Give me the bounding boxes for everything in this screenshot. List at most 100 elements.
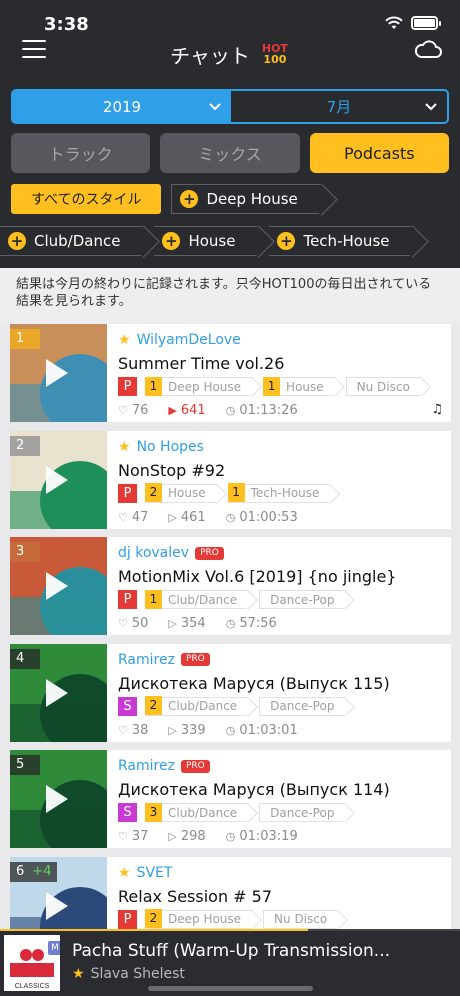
genre-name: Nu Disco <box>274 912 328 926</box>
genre-level: 1 <box>145 376 162 396</box>
author-link[interactable]: ★ WilyamDeLove <box>118 332 241 348</box>
play-count-icon: ▶ <box>168 404 177 417</box>
podcast-title[interactable]: Summer Time vol.26 <box>118 354 284 373</box>
plays-count: ▷ 298 <box>168 829 206 844</box>
rank-badge: 6 +4 <box>10 861 58 882</box>
playlist-music-icon[interactable]: ♫ <box>431 402 443 417</box>
player-cover-art[interactable]: CLASSICS M <box>4 935 60 991</box>
genre-name: Club/Dance <box>168 592 238 607</box>
podcast-card[interactable]: 4 Ramirez PRO Дискотека Маруся (Выпуск 1… <box>10 643 451 742</box>
likes-count: ♡ 50 <box>118 616 149 631</box>
genre-tag[interactable]: 1 Club/Dance <box>145 589 250 609</box>
play-icon[interactable] <box>46 359 68 387</box>
podcast-card[interactable]: 3 dj kovalev PRO MotionMix Vol.6 [2019] … <box>10 537 451 635</box>
genre-tag[interactable]: 1 Deep House <box>145 376 254 396</box>
podcast-card[interactable]: 5 Ramirez PRO Дискотека Маруся (Выпуск 1… <box>10 750 451 848</box>
genre-tag[interactable]: 3 Club/Dance <box>145 802 250 822</box>
rank-badge: 2 <box>10 435 40 456</box>
duration: ◷ 01:13:26 <box>225 403 298 418</box>
genre-level: 2 <box>145 483 162 502</box>
author-name[interactable]: Ramirez <box>118 652 175 668</box>
plays-count: ▷ 461 <box>168 509 206 525</box>
play-icon[interactable] <box>46 572 68 600</box>
player-title[interactable]: Pacha Stuff (Warm-Up Transmission... <box>72 941 390 961</box>
author-link[interactable]: dj kovalev PRO <box>118 545 224 561</box>
genre-tag[interactable]: Nu Disco <box>345 377 422 396</box>
type-badge: P <box>118 909 137 929</box>
pro-badge: PRO <box>180 759 210 773</box>
player-artist[interactable]: ★ Slava Shelest <box>72 966 185 982</box>
podcast-title[interactable]: NonStop #92 <box>118 461 225 480</box>
all-styles-button[interactable]: すべてのスタイル <box>11 184 162 214</box>
genre-name: Dance-Pop <box>270 699 335 713</box>
cover-art[interactable]: 5 <box>10 750 107 848</box>
clock-icon: ◷ <box>225 723 236 737</box>
likes-count: ♡ 38 <box>118 722 149 738</box>
genre-level: 2 <box>145 696 162 715</box>
play-icon[interactable] <box>46 678 68 707</box>
author-name[interactable]: SVET <box>137 865 173 881</box>
play-icon[interactable] <box>46 785 68 813</box>
chevron-down-icon <box>425 103 437 111</box>
play-count-icon: ▷ <box>168 510 177 524</box>
podcast-stats: ♡ 76 ▶ 641 ◷ 01:13:26 <box>118 403 318 418</box>
plays-count: ▶ 641 <box>168 403 206 418</box>
podcast-stats: ♡ 38 ▷ 339 ◷ 01:03:01 <box>118 723 318 738</box>
podcast-card[interactable]: 1 ★ WilyamDeLove Summer Time vol.26 P 1D… <box>10 324 451 422</box>
month-value: 7月 <box>326 98 352 116</box>
cover-art[interactable]: 1 <box>10 324 107 422</box>
tab-podcasts[interactable]: Podcasts <box>309 133 449 173</box>
author-link[interactable]: ★ No Hopes <box>118 439 204 455</box>
podcast-title[interactable]: MotionMix Vol.6 [2019] {no jingle} <box>118 567 396 586</box>
cloud-icon[interactable] <box>414 38 442 60</box>
genre-tag[interactable]: 2 House <box>145 483 218 503</box>
author-name[interactable]: dj kovalev <box>118 545 189 561</box>
author-link[interactable]: Ramirez PRO <box>118 652 210 668</box>
genre-tags: P 1 Deep House 1 House Nu Disco <box>118 376 432 396</box>
genre-tag[interactable]: Dance-Pop <box>259 590 347 609</box>
author-link[interactable]: Ramirez PRO <box>118 758 210 774</box>
battery-icon <box>411 16 441 30</box>
heart-icon: ♡ <box>118 404 128 417</box>
author-name[interactable]: No Hopes <box>137 439 204 455</box>
genre-tag[interactable]: Dance-Pop <box>259 803 347 822</box>
podcast-card[interactable]: 2 ★ No Hopes NonStop #92 P 2 House 1 Tech-H… <box>10 430 451 529</box>
podcast-stats: ♡ 37 ▷ 298 ◷ 01:03:19 <box>118 829 318 844</box>
genre-tag[interactable]: Dance-Pop <box>259 696 347 716</box>
duration: ◷ 01:03:19 <box>225 829 298 844</box>
tab-mixes[interactable]: ミックス <box>160 133 300 173</box>
pro-badge: PRO <box>195 546 224 560</box>
genre-tag[interactable]: 1 House <box>263 376 336 396</box>
genre-tag[interactable]: Nu Disco <box>263 909 340 929</box>
rank-badge: 5 <box>10 755 40 775</box>
cover-art[interactable]: 4 <box>10 643 107 742</box>
podcast-title[interactable]: Дискотека Маруся (Выпуск 114) <box>118 780 390 799</box>
player-artist-name: Slava Shelest <box>90 966 185 982</box>
author-link[interactable]: ★ SVET <box>118 865 172 881</box>
style-chip-house[interactable]: + House <box>154 226 260 256</box>
genre-tag[interactable]: 2 Club/Dance <box>145 696 250 716</box>
podcast-title[interactable]: Дискотека Маруся (Выпуск 115) <box>118 674 390 693</box>
clock-icon: ◷ <box>225 404 236 417</box>
cover-art[interactable]: 2 <box>10 430 107 529</box>
cover-art[interactable]: 3 <box>10 537 107 635</box>
home-indicator <box>148 986 313 991</box>
style-chip-deep-house[interactable]: + Deep House <box>171 184 322 214</box>
genre-tag[interactable]: 2 Deep House <box>145 909 254 929</box>
play-icon[interactable] <box>46 891 68 920</box>
author-name[interactable]: Ramirez <box>118 758 175 774</box>
author-name[interactable]: WilyamDeLove <box>137 332 241 348</box>
play-icon[interactable] <box>46 465 68 494</box>
genre-tag[interactable]: 1 Tech-House <box>227 483 332 503</box>
likes-count: ♡ 37 <box>118 829 149 844</box>
genre-name: Dance-Pop <box>270 805 335 820</box>
style-chip-club-dance[interactable]: + Club/Dance <box>0 226 145 256</box>
style-chip-tech-house[interactable]: + Tech-House <box>269 226 414 256</box>
page-title: チャット HOT 100 <box>0 40 460 69</box>
year-select[interactable]: 2019 <box>13 91 231 122</box>
podcast-title[interactable]: Relax Session # 57 <box>118 887 272 906</box>
tab-tracks[interactable]: トラック <box>11 133 151 173</box>
plus-icon: + <box>180 190 199 208</box>
style-chip-label: Deep House <box>206 190 298 208</box>
month-select[interactable]: 7月 <box>231 91 447 122</box>
